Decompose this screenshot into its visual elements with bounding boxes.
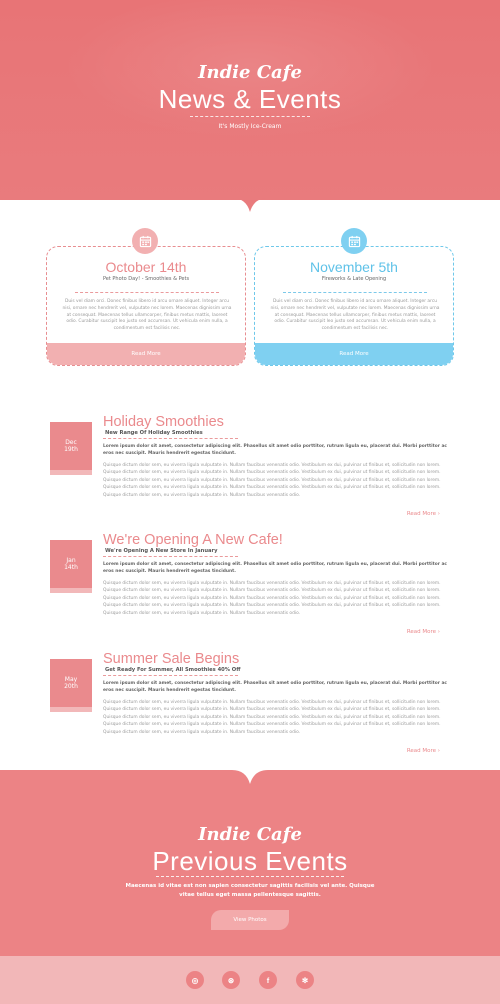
post-month: May	[64, 676, 78, 683]
view-photos-button[interactable]: View Photos	[211, 910, 289, 930]
post-lead: Lorem ipsum dolor sit amet, consectetur …	[103, 562, 448, 575]
read-more-label: Read More	[406, 748, 437, 754]
post-read-more-link[interactable]: Read More ›	[407, 629, 440, 635]
event-read-more-button[interactable]: Read More	[47, 343, 245, 365]
post-date-badge-footer	[50, 707, 92, 712]
hero-divider	[190, 116, 310, 117]
hero-brand-logo: Indie Cafe	[198, 62, 302, 83]
hero-notch	[232, 198, 268, 212]
post-date-badge: Dec 19th	[50, 422, 92, 470]
post-subtitle: Get Ready For Summer, All Smoothies 40% …	[105, 667, 241, 673]
post-lead: Lorem ipsum dolor sit amet, consectetur …	[103, 444, 448, 457]
dribbble-icon[interactable]: ⊛	[222, 971, 240, 989]
social-bar: ◎ ⊛ f ✻	[0, 956, 500, 1004]
event-description: Duis vel diam orci. Donec finibus libero…	[270, 299, 440, 332]
post-divider	[103, 675, 238, 676]
post-day: 14th	[64, 564, 78, 572]
post-title[interactable]: Summer Sale Begins	[103, 651, 239, 667]
footer-brand-logo: Indie Cafe	[198, 824, 302, 845]
footer-description: Maecenas id vitae est non sapien consect…	[125, 883, 375, 898]
previous-events-section: Indie Cafe Previous Events Maecenas id v…	[0, 770, 500, 956]
yelp-icon[interactable]: ✻	[296, 971, 314, 989]
post-month: Jan	[66, 557, 76, 564]
post-read-more-link[interactable]: Read More ›	[407, 748, 440, 754]
arrow-right-icon: ›	[437, 748, 440, 754]
event-card: November 5th Fireworks & Late Opening Du…	[254, 246, 454, 366]
post-lead: Lorem ipsum dolor sit amet, consectetur …	[103, 681, 448, 694]
facebook-icon[interactable]: f	[259, 971, 277, 989]
post-title[interactable]: Holiday Smoothies	[103, 414, 224, 430]
post-month: Dec	[65, 439, 77, 446]
post-date-badge-footer	[50, 470, 92, 475]
post-body: Quisque dictum dolor sem, eu viverra lig…	[103, 463, 441, 498]
event-card: October 14th Pet Photo Day! - Smoothies …	[46, 246, 246, 366]
hero-section: Indie Cafe News & Events It's Mostly Ice…	[0, 0, 500, 200]
post-date-badge: May 20th	[50, 659, 92, 707]
blog-post: Jan 14th We're Opening A New Cafe! We're…	[50, 532, 450, 652]
post-body: Quisque dictum dolor sem, eu viverra lig…	[103, 581, 441, 616]
event-read-more-button[interactable]: Read More	[255, 343, 453, 365]
post-title[interactable]: We're Opening A New Cafe!	[103, 532, 283, 548]
event-subtitle: Pet Photo Day! - Smoothies & Pets	[102, 276, 190, 282]
instagram-icon[interactable]: ◎	[186, 971, 204, 989]
post-body: Quisque dictum dolor sem, eu viverra lig…	[103, 700, 441, 735]
footer-divider	[156, 876, 344, 877]
hero-title: News & Events	[158, 84, 342, 114]
blog-post: May 20th Summer Sale Begins Get Ready Fo…	[50, 651, 450, 771]
post-day: 20th	[64, 683, 78, 691]
arrow-right-icon: ›	[437, 629, 440, 635]
read-more-label: Read More	[406, 511, 437, 517]
read-more-label: Read More	[406, 629, 437, 635]
post-divider	[103, 556, 238, 557]
event-date: October 14th	[105, 259, 187, 275]
calendar-icon	[132, 228, 158, 254]
hero-tagline: It's Mostly Ice-Cream	[218, 123, 282, 130]
post-subtitle: New Range Of Holiday Smoothies	[105, 430, 203, 436]
footer-notch-top	[232, 770, 268, 784]
event-subtitle: Fireworks & Late Opening	[321, 276, 387, 282]
post-subtitle: We're Opening A New Store In January	[105, 548, 218, 554]
arrow-right-icon: ›	[437, 511, 440, 517]
post-date-badge: Jan 14th	[50, 540, 92, 588]
post-date-badge-footer	[50, 588, 92, 593]
calendar-icon	[341, 228, 367, 254]
event-divider	[283, 292, 427, 293]
post-read-more-link[interactable]: Read More ›	[407, 511, 440, 517]
blog-post: Dec 19th Holiday Smoothies New Range Of …	[50, 414, 450, 534]
post-day: 19th	[64, 446, 78, 454]
post-divider	[103, 438, 238, 439]
footer-title: Previous Events	[152, 846, 348, 876]
event-description: Duis vel diam orci. Donec finibus libero…	[62, 299, 232, 332]
event-date: November 5th	[310, 259, 398, 275]
event-divider	[75, 292, 219, 293]
